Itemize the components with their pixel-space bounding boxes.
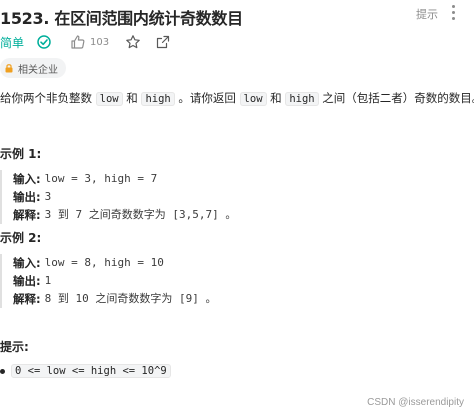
example-1-title: 示例 1: bbox=[0, 147, 42, 161]
problem-description: 给你两个非负整数 low 和 high 。请你返回 low 和 high 之间（… bbox=[0, 88, 474, 109]
input-label: 输入: bbox=[13, 172, 41, 186]
watermark: CSDN @isserendipity bbox=[367, 397, 464, 408]
explain-label: 解释: bbox=[13, 208, 41, 222]
output-label: 输出: bbox=[13, 274, 41, 288]
code-high: high bbox=[141, 92, 175, 106]
star-icon[interactable] bbox=[125, 34, 141, 50]
solved-check-icon bbox=[36, 34, 52, 50]
title-row: 1523. 在区间范围内统计奇数数目 bbox=[0, 4, 474, 30]
tip-item: 0 <= low <= high <= 10^9 bbox=[11, 364, 171, 378]
desc-text: 和 bbox=[122, 91, 142, 105]
code-high: high bbox=[285, 92, 319, 106]
explain-value: 8 到 10 之间奇数数字为 [9] 。 bbox=[44, 292, 217, 305]
desc-text: 给你两个非负整数 bbox=[0, 91, 96, 105]
explain-value: 3 到 7 之间奇数数字为 [3,5,7] 。 bbox=[44, 208, 237, 221]
difficulty-label: 简单 bbox=[0, 35, 25, 50]
input-label: 输入: bbox=[13, 256, 41, 270]
company-tag-label: 相关企业 bbox=[18, 64, 58, 76]
hint-link[interactable]: 提示 bbox=[416, 6, 438, 22]
code-low: low bbox=[239, 92, 267, 106]
tips-title: 提示: bbox=[0, 340, 29, 354]
meta-row: 简单 103 bbox=[0, 32, 171, 52]
desc-text: 和 bbox=[266, 91, 286, 105]
desc-text: 之间（包括二者）奇数的数目。 bbox=[318, 91, 474, 105]
tips-list: 0 <= low <= high <= 10^9 bbox=[0, 364, 171, 378]
output-value: 1 bbox=[44, 274, 52, 287]
example-1-box: 输入: low = 3, high = 7 输出: 3 解释: 3 到 7 之间奇数数… bbox=[0, 170, 470, 224]
like-count: 103 bbox=[90, 36, 110, 48]
lock-icon bbox=[4, 63, 14, 73]
company-tag[interactable]: 相关企业 bbox=[0, 58, 66, 78]
bullet-icon bbox=[0, 368, 5, 374]
explain-label: 解释: bbox=[13, 292, 41, 306]
output-value: 3 bbox=[44, 190, 52, 203]
input-value: low = 8, high = 10 bbox=[44, 256, 164, 269]
share-icon[interactable] bbox=[155, 34, 171, 50]
thumbs-up-icon[interactable] bbox=[70, 34, 86, 50]
more-vertical-icon[interactable] bbox=[446, 2, 460, 22]
example-2-title: 示例 2: bbox=[0, 231, 42, 245]
problem-title: 1523. 在区间范围内统计奇数数目 bbox=[0, 9, 243, 28]
example-2-box: 输入: low = 8, high = 10 输出: 1 解释: 8 到 10 之间奇… bbox=[0, 254, 470, 308]
output-label: 输出: bbox=[13, 190, 41, 204]
code-low: low bbox=[95, 92, 123, 106]
desc-text: 。请你返回 bbox=[174, 91, 240, 105]
input-value: low = 3, high = 7 bbox=[44, 172, 158, 185]
